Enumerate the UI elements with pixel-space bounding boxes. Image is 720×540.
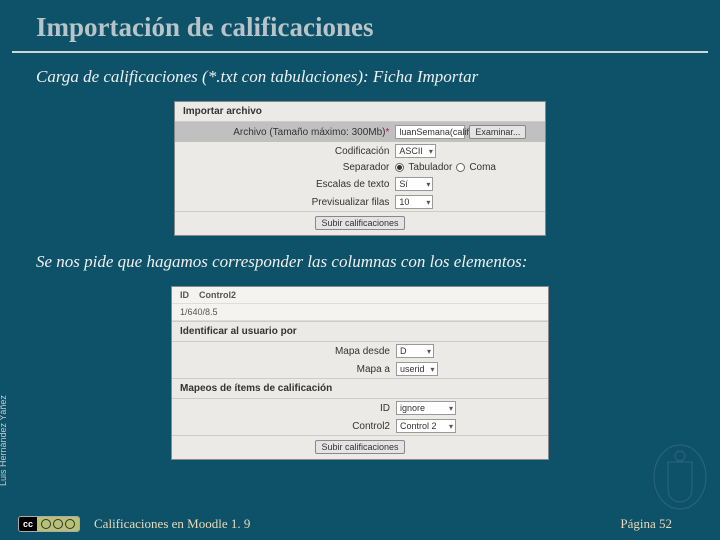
radio-tabulador[interactable] (395, 163, 404, 172)
file-label: Archivo (Tamaño máximo: 300Mb)* (183, 127, 395, 138)
submit-upload-button-2[interactable]: Subir calificaciones (315, 440, 404, 454)
section-intro-2: Se nos pide que hagamos corresponder las… (0, 246, 720, 282)
section-identify-user: Identificar al usuario por (172, 321, 548, 342)
preview-header: ID Control2 (172, 287, 548, 304)
cc-by-icon (41, 519, 51, 529)
separator-label: Separador (183, 162, 395, 173)
preview-select[interactable]: 10 (395, 195, 433, 209)
institution-crest (650, 442, 710, 512)
screenshot-map-columns: ID Control2 1/640/8.5 Identificar al usu… (171, 286, 549, 460)
section-intro-1: Carga de calificaciones (*.txt con tabul… (0, 53, 720, 97)
cc-license-badge: cc (18, 516, 80, 532)
map-from-select[interactable]: D (396, 344, 434, 358)
preview-label: Previsualizar filas (183, 197, 395, 208)
page-number: Página 52 (620, 516, 702, 532)
tab-import-file: Importar archivo (175, 102, 545, 122)
preview-data-row: 1/640/8.5 (172, 304, 548, 321)
author-credit: Luis Hernández Yáñez (0, 395, 8, 486)
encoding-label: Codificación (183, 146, 395, 157)
textscale-select[interactable]: Sí (395, 177, 433, 191)
footer-title: Calificaciones en Moodle 1. 9 (80, 516, 620, 532)
slide-title: Importación de calificaciones (12, 0, 708, 53)
map-to-label: Mapa a (180, 364, 396, 375)
map-id-label: ID (180, 403, 396, 414)
map-to-select[interactable]: userid (396, 362, 438, 376)
map-control2-label: Control2 (180, 421, 396, 432)
radio-tabulador-label: Tabulador (408, 162, 452, 173)
radio-coma-label: Coma (469, 162, 496, 173)
map-id-select[interactable]: ignore (396, 401, 456, 415)
cc-logo: cc (19, 517, 37, 531)
slide-footer: cc Calificaciones en Moodle 1. 9 Página … (0, 508, 720, 540)
cc-sa-icon (65, 519, 75, 529)
encoding-select[interactable]: ASCII (395, 144, 436, 158)
cc-nc-icon (53, 519, 63, 529)
section-item-mappings: Mapeos de ítems de calificación (172, 378, 548, 399)
textscale-label: Escalas de texto (183, 179, 395, 190)
browse-button[interactable]: Examinar... (469, 125, 526, 139)
map-control2-select[interactable]: Control 2 (396, 419, 456, 433)
submit-upload-button-1[interactable]: Subir calificaciones (315, 216, 404, 230)
screenshot-import-file: Importar archivo Archivo (Tamaño máximo:… (174, 101, 546, 236)
map-from-label: Mapa desde (180, 346, 396, 357)
file-input[interactable]: luanSemana(calific (395, 125, 465, 139)
radio-coma[interactable] (456, 163, 465, 172)
